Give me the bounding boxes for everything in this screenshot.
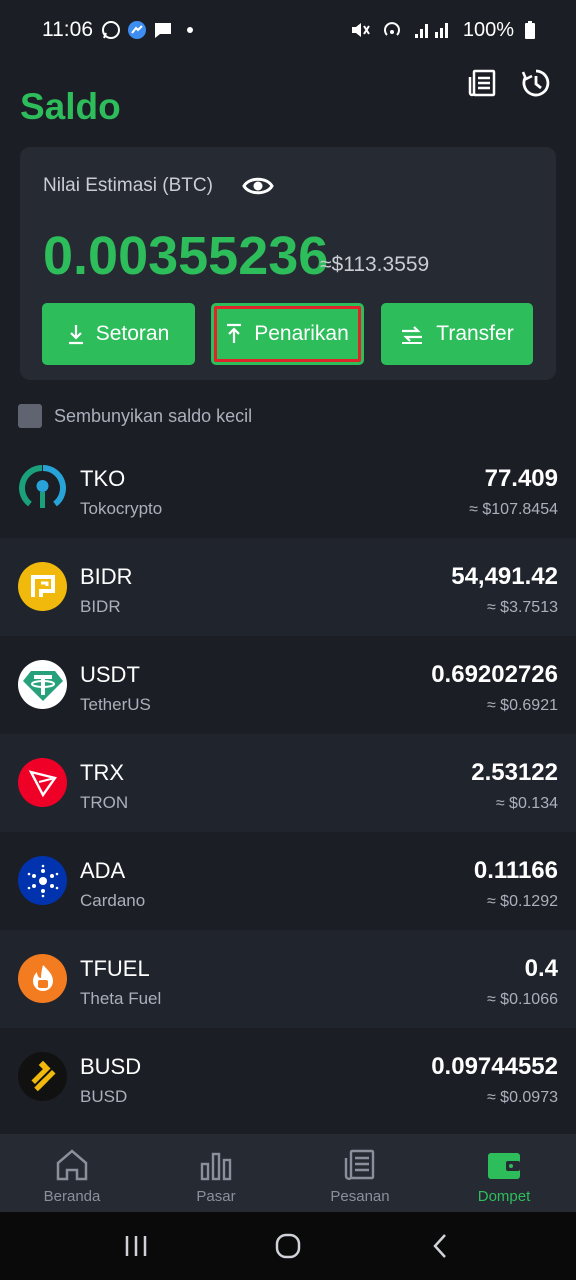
- hotspot-icon: [383, 22, 400, 36]
- asset-symbol: TFUEL: [80, 956, 150, 981]
- home-icon: [56, 1149, 88, 1181]
- whatsapp-icon: [102, 21, 120, 39]
- deposit-button[interactable]: Setoran: [42, 303, 195, 365]
- nav-market-label: Pasar: [196, 1188, 236, 1205]
- asset-name: BUSD: [80, 1087, 128, 1106]
- bidr-coin-icon: [18, 562, 67, 611]
- usd-balance: ≈$113.3559: [320, 253, 430, 276]
- status-time: 11:06: [42, 18, 93, 41]
- asset-symbol: TKO: [80, 466, 126, 491]
- signal-icon: [414, 23, 448, 38]
- asset-list: TKO Tokocrypto 77.409 ≈ $107.8454 BIDR B…: [0, 440, 576, 1126]
- hide-small-checkbox[interactable]: [18, 404, 42, 428]
- busd-coin-icon: [18, 1052, 67, 1101]
- nav-orders-label: Pesanan: [330, 1188, 390, 1205]
- page-header: Saldo: [0, 60, 576, 140]
- asset-row-busd[interactable]: BUSD BUSD 0.09744552 ≈ $0.0973: [0, 1028, 576, 1126]
- notification-icons: [101, 20, 193, 40]
- asset-row-trx[interactable]: TRX TRON 2.53122 ≈ $0.134: [0, 734, 576, 832]
- asset-fiat-value: ≈ $0.0973: [486, 1089, 558, 1106]
- system-icons: 100%: [349, 19, 536, 42]
- asset-name: Tokocrypto: [80, 499, 163, 518]
- asset-name: Cardano: [80, 891, 146, 910]
- asset-symbol: ADA: [80, 858, 126, 883]
- history-icon[interactable]: [521, 68, 551, 98]
- tko-coin-icon: [18, 464, 67, 513]
- asset-fiat-value: ≈ $107.8454: [469, 501, 558, 518]
- trx-coin-icon: [18, 758, 67, 807]
- asset-amount: 0.69202726: [431, 661, 558, 688]
- status-bar: 11:06 100%: [0, 0, 576, 60]
- transfer-label: Transfer: [436, 322, 514, 345]
- eye-icon[interactable]: [242, 174, 274, 198]
- asset-name: TetherUS: [80, 695, 151, 714]
- hide-small-label: Sembunyikan saldo kecil: [54, 405, 253, 426]
- asset-row-tko[interactable]: TKO Tokocrypto 77.409 ≈ $107.8454: [0, 440, 576, 538]
- asset-row-ada[interactable]: ADA Cardano 0.11166 ≈ $0.1292: [0, 832, 576, 930]
- asset-amount: 0.4: [524, 955, 558, 982]
- asset-amount: 2.53122: [471, 759, 558, 786]
- transfer-icon: [402, 326, 423, 344]
- home-button-icon[interactable]: [274, 1232, 302, 1260]
- page-title: Saldo: [20, 86, 121, 127]
- message-icon: [155, 23, 171, 38]
- asset-fiat-value: ≈ $0.134: [495, 795, 558, 812]
- asset-row-usdt[interactable]: USDT TetherUS 0.69202726 ≈ $0.6921: [0, 636, 576, 734]
- asset-name: TRON: [80, 793, 129, 812]
- recent-apps-icon[interactable]: [122, 1233, 150, 1259]
- system-navigation-bar: [0, 1212, 576, 1280]
- nav-wallet[interactable]: Dompet: [432, 1134, 576, 1212]
- messenger-icon: [128, 21, 146, 39]
- asset-name: BIDR: [80, 597, 121, 616]
- estimated-value-label: Nilai Estimasi (BTC): [43, 175, 213, 196]
- asset-symbol: TRX: [80, 760, 124, 785]
- asset-row-bidr[interactable]: BIDR BIDR 54,491.42 ≈ $3.7513: [0, 538, 576, 636]
- wallet-icon: [488, 1153, 520, 1179]
- asset-fiat-value: ≈ $3.7513: [486, 599, 558, 616]
- more-notifications-icon: [187, 27, 193, 33]
- battery-percent: 100%: [462, 18, 514, 41]
- market-chart-icon: [200, 1152, 232, 1181]
- download-icon: [68, 325, 83, 345]
- balance-card: Nilai Estimasi (BTC) 0.00355236 ≈$113.35…: [20, 147, 556, 380]
- asset-name: Theta Fuel: [80, 989, 162, 1008]
- asset-amount: 54,491.42: [451, 563, 558, 590]
- asset-amount: 0.09744552: [431, 1053, 558, 1080]
- asset-row-tfuel[interactable]: TFUEL Theta Fuel 0.4 ≈ $0.1066: [0, 930, 576, 1028]
- deposit-label: Setoran: [95, 322, 170, 345]
- ada-coin-icon: [18, 856, 67, 905]
- asset-amount: 77.409: [484, 465, 558, 492]
- nav-wallet-label: Dompet: [477, 1188, 531, 1205]
- statement-icon[interactable]: [468, 68, 498, 98]
- tfuel-coin-icon: [18, 954, 67, 1003]
- battery-icon: [525, 21, 535, 39]
- withdraw-button[interactable]: Penarikan: [211, 303, 364, 365]
- asset-fiat-value: ≈ $0.1292: [486, 893, 558, 910]
- nav-orders[interactable]: Pesanan: [288, 1134, 432, 1212]
- withdraw-label: Penarikan: [254, 322, 349, 345]
- asset-symbol: USDT: [80, 662, 140, 687]
- bottom-navigation: Beranda Pasar Pesanan Dompet: [0, 1134, 576, 1212]
- upload-icon: [227, 323, 242, 343]
- asset-fiat-value: ≈ $0.1066: [486, 991, 558, 1008]
- orders-icon: [344, 1149, 375, 1180]
- nav-home[interactable]: Beranda: [0, 1134, 144, 1212]
- btc-balance: 0.00355236: [43, 226, 329, 286]
- nav-home-label: Beranda: [43, 1188, 101, 1205]
- hide-small-balances-toggle[interactable]: Sembunyikan saldo kecil: [18, 404, 252, 428]
- mute-icon: [351, 23, 370, 37]
- asset-fiat-value: ≈ $0.6921: [486, 697, 558, 714]
- back-icon[interactable]: [426, 1232, 454, 1260]
- asset-symbol: BIDR: [80, 564, 133, 589]
- usdt-coin-icon: [18, 660, 67, 709]
- asset-amount: 0.11166: [473, 857, 558, 884]
- asset-symbol: BUSD: [80, 1054, 142, 1079]
- nav-market[interactable]: Pasar: [144, 1134, 288, 1212]
- transfer-button[interactable]: Transfer: [381, 303, 533, 365]
